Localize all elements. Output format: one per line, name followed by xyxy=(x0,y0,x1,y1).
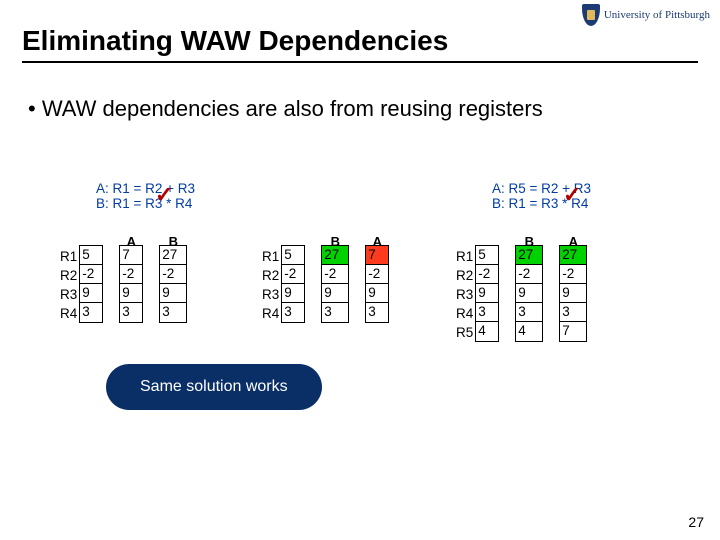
row-label: R4 xyxy=(262,304,279,323)
col-label: A xyxy=(369,234,385,249)
row-labels: R1 R2 R3 R4 R5 xyxy=(456,247,473,342)
row-label: R5 xyxy=(456,323,473,342)
code-line: B: R1 = R3 * R4 xyxy=(96,196,195,211)
check-icon xyxy=(563,186,583,206)
title-block: Eliminating WAW Dependencies xyxy=(22,25,698,63)
cell: 9 xyxy=(80,284,102,303)
cell: 7 xyxy=(560,322,586,341)
institution-logo: University of Pittsburgh xyxy=(582,4,710,26)
cell: 9 xyxy=(516,284,542,303)
cell: 5 xyxy=(80,246,102,265)
cell: 3 xyxy=(516,303,542,322)
code-block-before: A: R1 = R2 + R3 B: R1 = R3 * R4 xyxy=(96,181,195,211)
cell: 9 xyxy=(322,284,348,303)
row-label: R1 xyxy=(262,247,279,266)
cell: 3 xyxy=(282,303,304,322)
cell: 3 xyxy=(476,303,498,322)
cell: 3 xyxy=(80,303,102,322)
value-column: A 27 -2 9 3 7 xyxy=(559,245,587,342)
row-label: R2 xyxy=(456,266,473,285)
cell: 3 xyxy=(120,303,142,322)
cell: -2 xyxy=(80,265,102,284)
cell: 5 xyxy=(282,246,304,265)
col-label: B xyxy=(521,234,537,249)
register-table-renamed: R1 R2 R3 R4 R5 5 -2 9 3 4 B 27 -2 9 3 4 … xyxy=(456,245,587,342)
callout-bubble: Same solution works xyxy=(106,364,322,410)
cell: 3 xyxy=(366,303,388,322)
row-label: R2 xyxy=(262,266,279,285)
page-title: Eliminating WAW Dependencies xyxy=(22,25,698,57)
cell: -2 xyxy=(120,265,142,284)
register-table-original: R1 R2 R3 R4 5 -2 9 3 A 7 -2 9 3 B 27 -2 … xyxy=(60,245,187,323)
row-labels: R1 R2 R3 R4 xyxy=(262,247,279,323)
cell: 9 xyxy=(560,284,586,303)
check-icon xyxy=(155,186,175,206)
col-label: B xyxy=(327,234,343,249)
cell: -2 xyxy=(516,265,542,284)
page-number: 27 xyxy=(688,514,704,530)
row-label: R1 xyxy=(60,247,77,266)
cell: -2 xyxy=(366,265,388,284)
shield-icon xyxy=(582,4,600,26)
cell: 3 xyxy=(322,303,348,322)
col-label: B xyxy=(165,234,181,249)
title-underline xyxy=(22,61,698,63)
row-label: R3 xyxy=(456,285,473,304)
cell: -2 xyxy=(476,265,498,284)
cell: 9 xyxy=(120,284,142,303)
row-label: R3 xyxy=(262,285,279,304)
cell: 9 xyxy=(476,284,498,303)
cell: 9 xyxy=(160,284,186,303)
row-label: R4 xyxy=(60,304,77,323)
cell: -2 xyxy=(160,265,186,284)
row-label: R1 xyxy=(456,247,473,266)
row-label: R4 xyxy=(456,304,473,323)
cell: 3 xyxy=(560,303,586,322)
value-column: B 27 -2 9 3 4 xyxy=(515,245,543,342)
cell: 4 xyxy=(516,322,542,341)
row-label: R2 xyxy=(60,266,77,285)
row-labels: R1 R2 R3 R4 xyxy=(60,247,77,323)
value-column: 5 -2 9 3 xyxy=(281,245,305,323)
col-label: A xyxy=(123,234,139,249)
row-label: R3 xyxy=(60,285,77,304)
cell: -2 xyxy=(322,265,348,284)
bullet-text: • WAW dependencies are also from reusing… xyxy=(28,95,680,123)
value-column: A 7 -2 9 3 xyxy=(365,245,389,323)
cell: 4 xyxy=(476,322,498,341)
institution-name: University of Pittsburgh xyxy=(604,9,710,21)
cell: 9 xyxy=(282,284,304,303)
cell: 5 xyxy=(476,246,498,265)
col-label: A xyxy=(565,234,581,249)
value-column: 5 -2 9 3 xyxy=(79,245,103,323)
cell: 3 xyxy=(160,303,186,322)
cell: -2 xyxy=(282,265,304,284)
value-column: B 27 -2 9 3 xyxy=(321,245,349,323)
register-table-reversed: R1 R2 R3 R4 5 -2 9 3 B 27 -2 9 3 A 7 -2 … xyxy=(262,245,389,323)
cell: 9 xyxy=(366,284,388,303)
value-column: B 27 -2 9 3 xyxy=(159,245,187,323)
code-line: A: R1 = R2 + R3 xyxy=(96,181,195,196)
cell: -2 xyxy=(560,265,586,284)
value-column: 5 -2 9 3 4 xyxy=(475,245,499,342)
value-column: A 7 -2 9 3 xyxy=(119,245,143,323)
